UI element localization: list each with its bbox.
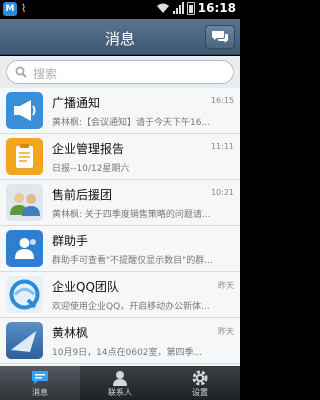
conversation-time: 10:21 — [210, 188, 234, 197]
tab-messages[interactable]: 消息 — [0, 366, 80, 400]
tab-label: 联系人 — [108, 388, 132, 397]
page-title: 消息 — [104, 30, 135, 48]
conversation-item[interactable]: 售前后援团 10:21 黄林枫: 关于四季度销售策略的问题请... — [0, 180, 240, 226]
conversation-item[interactable]: 企业QQ团队 昨天 欢迎使用企业QQ，开启移动办公新体... — [0, 272, 240, 318]
search-input[interactable]: 搜索 — [6, 60, 234, 84]
status-time: 16:18 — [197, 1, 236, 15]
conversation-item[interactable]: 广播通知 16:15 黄林枫:【会议通知】请于今天下午16... — [0, 88, 240, 134]
new-chat-button[interactable] — [205, 25, 235, 49]
user-avatar-icon — [6, 322, 43, 359]
enterprise-qq-logo-icon — [6, 276, 43, 313]
wifi-icon — [156, 3, 169, 13]
header: 消息 — [0, 19, 240, 55]
broadcast-icon — [6, 92, 43, 129]
search-placeholder: 搜索 — [33, 67, 58, 81]
app-notification-icon: M — [3, 2, 17, 16]
conversation-name: 企业QQ团队 — [52, 280, 119, 294]
conversation-name: 企业管理报告 — [52, 142, 125, 156]
clipboard-icon — [6, 138, 43, 175]
usb-icon: ⌇ — [21, 2, 27, 15]
conversation-preview: 黄林枫:【会议通知】请于今天下午16... — [52, 118, 211, 128]
chat-icon — [32, 371, 48, 384]
conversation-preview: 日报--10/12星期六 — [52, 164, 130, 174]
group-avatar-icon — [6, 184, 43, 221]
tab-contacts[interactable]: 联系人 — [80, 366, 160, 400]
conversation-preview: 黄林枫: 关于四季度销售策略的问题请... — [52, 210, 211, 220]
conversation-time: 昨天 — [218, 281, 234, 290]
tab-label: 设置 — [192, 388, 208, 397]
tab-settings[interactable]: 设置 — [160, 366, 240, 400]
conversation-preview: 群助手可查看"不提醒仅显示数目"的群... — [52, 256, 213, 266]
conversation-name: 黄林枫 — [52, 326, 89, 340]
conversation-item[interactable]: 群助手 群助手可查看"不提醒仅显示数目"的群... — [0, 226, 240, 272]
search-icon — [15, 66, 27, 78]
conversation-preview: 10月9日，14点在0602室，第四季... — [52, 348, 203, 358]
conversation-preview: 欢迎使用企业QQ，开启移动办公新体... — [52, 302, 210, 312]
contact-icon — [113, 371, 127, 386]
conversation-item[interactable]: 黄林枫 昨天 10月9日，14点在0602室，第四季... — [0, 318, 240, 364]
bottom-tab-bar: 消息 联系人 设置 — [0, 366, 240, 400]
conversation-name: 广播通知 — [52, 96, 101, 110]
signal-icon — [172, 2, 184, 14]
group-assistant-icon — [6, 230, 43, 267]
search-bar: 搜索 — [0, 56, 240, 88]
status-bar: M ⌇ 16:18 — [0, 0, 240, 19]
conversation-item[interactable]: 企业管理报告 11:11 日报--10/12星期六 — [0, 134, 240, 180]
conversation-name: 群助手 — [52, 234, 89, 248]
battery-icon — [186, 1, 195, 15]
conversation-time: 昨天 — [218, 327, 234, 336]
conversation-list: 广播通知 16:15 黄林枫:【会议通知】请于今天下午16... 企业管理报告 … — [0, 88, 240, 366]
conversation-time: 16:15 — [210, 96, 234, 105]
conversation-time: 11:11 — [210, 142, 234, 151]
chat-bubble-icon — [212, 31, 228, 43]
tab-label: 消息 — [32, 388, 48, 397]
conversation-name: 售前后援团 — [52, 188, 113, 202]
gear-icon — [192, 370, 208, 386]
